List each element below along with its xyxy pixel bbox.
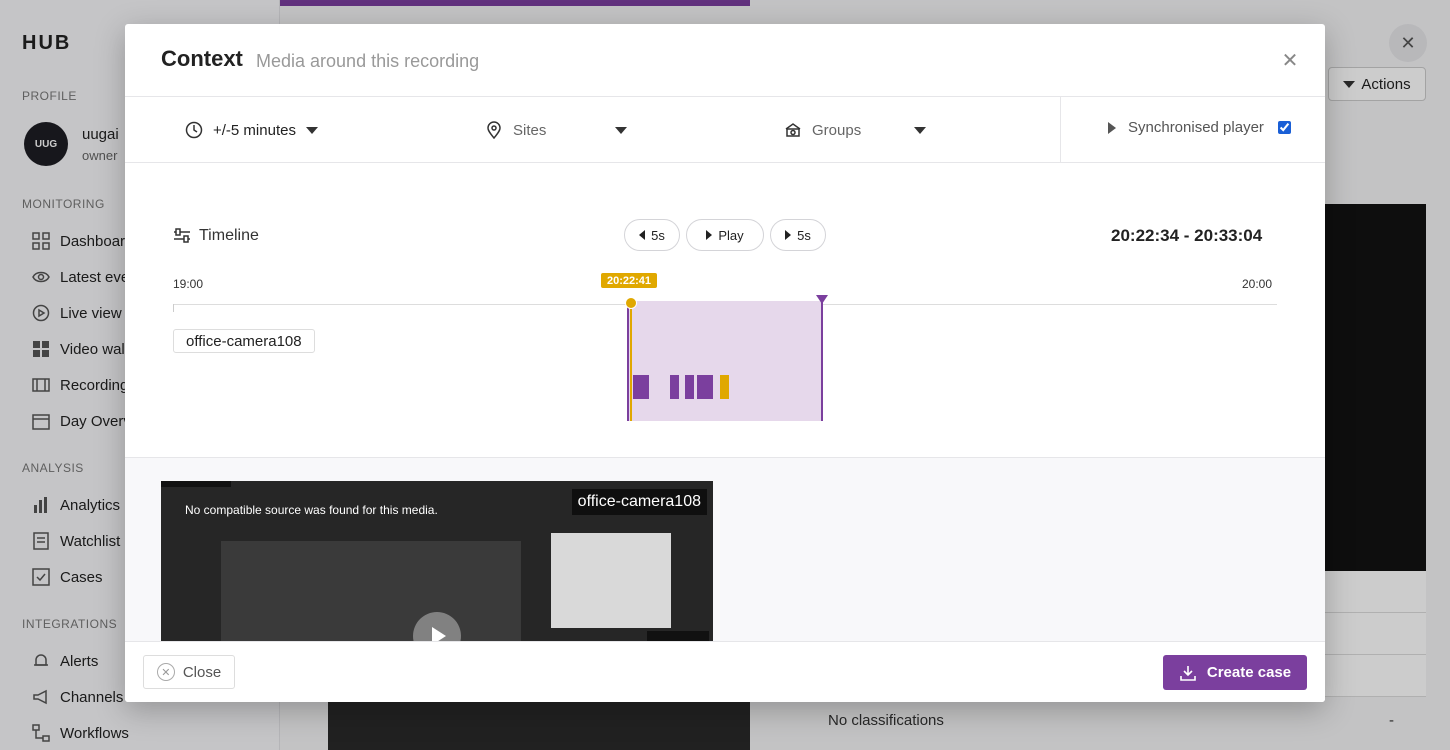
event-marker[interactable]	[670, 375, 679, 399]
chevron-down-icon	[615, 126, 627, 134]
playhead-line	[630, 303, 632, 421]
play-button[interactable]: Play	[686, 219, 764, 251]
sync-checkbox[interactable]	[1277, 121, 1291, 134]
rewind-label: 5s	[651, 227, 665, 243]
video-frame-bar	[161, 481, 231, 487]
close-label: Close	[182, 663, 222, 681]
download-icon	[1180, 665, 1196, 681]
event-marker[interactable]	[697, 375, 713, 399]
context-modal: Context Media around this recording ✕ +/…	[125, 24, 1325, 702]
tick-end: 20:00	[1242, 277, 1273, 291]
caret-right-icon	[785, 230, 792, 240]
sites-select[interactable]: Sites	[485, 119, 627, 141]
playhead-handle[interactable]	[625, 297, 637, 309]
no-source-message: No compatible source was found for this …	[185, 503, 438, 517]
sites-placeholder: Sites	[513, 121, 547, 139]
modal-subtitle: Media around this recording	[256, 51, 480, 71]
selection-range[interactable]	[627, 301, 823, 421]
camera-group-icon	[784, 121, 802, 139]
map-pin-icon	[485, 121, 503, 139]
modal-footer: ✕ Close Create case	[125, 641, 1325, 702]
timeline-label: Timeline	[199, 227, 259, 244]
sync-label: Synchronised player	[1128, 119, 1264, 136]
filter-divider	[1060, 97, 1061, 163]
close-circle-icon: ✕	[156, 663, 175, 681]
tick-start: 19:00	[173, 277, 204, 291]
video-camera-label: office-camera108	[571, 489, 707, 515]
modal-header: Context Media around this recording ✕	[125, 24, 1325, 97]
forward-5s-button[interactable]: 5s	[770, 219, 826, 251]
caret-right-icon	[1108, 121, 1116, 134]
playhead-time: 20:22:41	[601, 273, 658, 288]
filter-bar: +/-5 minutes Sites Groups Synchronised p…	[125, 97, 1325, 163]
clock-icon	[185, 121, 203, 139]
rewind-5s-button[interactable]: 5s	[624, 219, 680, 251]
video-frame-area	[221, 541, 521, 651]
synchronised-player-toggle[interactable]: Synchronised player	[1108, 119, 1291, 136]
modal-title: Context	[161, 46, 243, 71]
range-end-handle[interactable]	[816, 295, 828, 304]
close-button[interactable]: ✕ Close	[143, 655, 235, 689]
axis-tick	[173, 304, 174, 312]
create-case-label: Create case	[1206, 664, 1292, 681]
chevron-down-icon	[305, 126, 318, 134]
time-range-display: 20:22:34 - 20:33:04	[1111, 226, 1263, 245]
caret-left-icon	[639, 230, 646, 240]
camera-row-label: office-camera108	[173, 329, 315, 353]
create-case-button[interactable]: Create case	[1163, 655, 1307, 690]
video-player[interactable]: No compatible source was found for this …	[161, 481, 713, 651]
timeline-panel: Timeline 5s Play 5s 20:22:34 - 20:33:04 …	[125, 163, 1325, 458]
event-marker[interactable]	[633, 375, 649, 399]
sliders-icon	[174, 228, 190, 243]
timeline-heading: Timeline	[173, 227, 259, 245]
groups-select[interactable]: Groups	[784, 119, 926, 141]
time-range-value: +/-5 minutes	[213, 121, 296, 139]
event-marker[interactable]	[685, 375, 694, 399]
play-icon	[706, 230, 713, 240]
groups-placeholder: Groups	[812, 121, 862, 139]
video-frame-screen	[551, 533, 671, 628]
time-range-select[interactable]: +/-5 minutes	[185, 119, 318, 141]
event-marker-current[interactable]	[720, 375, 729, 399]
forward-label: 5s	[797, 227, 811, 243]
play-label: Play	[718, 227, 744, 243]
media-grid: No compatible source was found for this …	[125, 458, 1325, 651]
chevron-down-icon	[914, 126, 926, 134]
close-icon[interactable]: ✕	[1279, 49, 1301, 72]
